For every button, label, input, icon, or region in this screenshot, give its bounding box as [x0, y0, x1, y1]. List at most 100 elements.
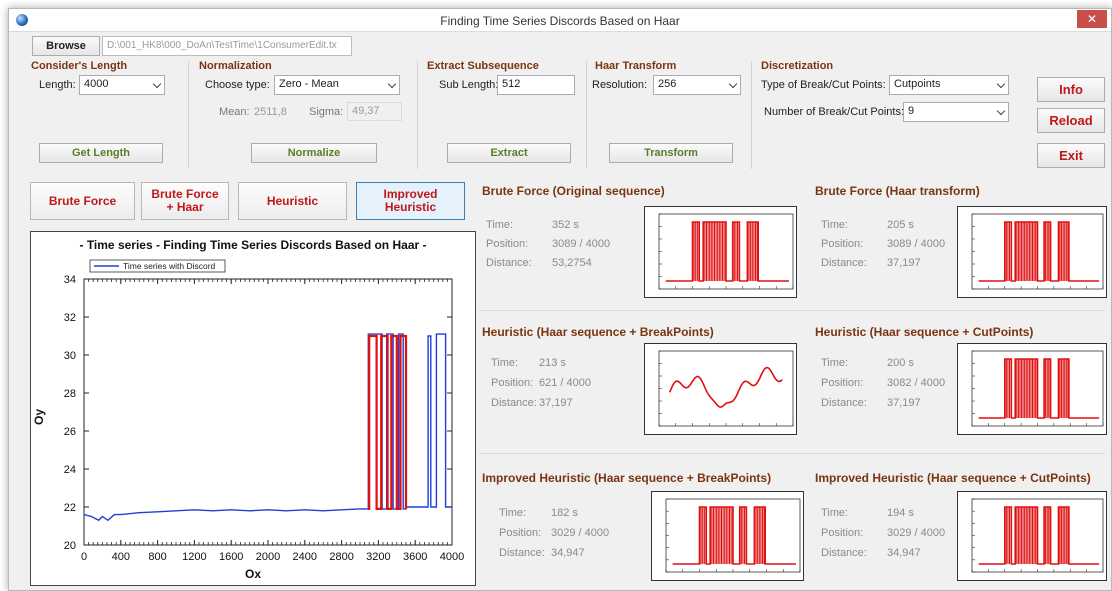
- mini-chart-improved-cutpoints: [957, 491, 1107, 581]
- x-tick-label: 0: [81, 551, 87, 563]
- window-title: Finding Time Series Discords Based on Ha…: [440, 14, 680, 28]
- x-tick-label: 2800: [329, 551, 353, 563]
- y-tick-label: 24: [64, 464, 76, 476]
- mean-value: 2511,8: [254, 106, 287, 118]
- x-tick-label: 3200: [366, 551, 390, 563]
- improved-heuristic-button[interactable]: Improved Heuristic: [356, 182, 465, 220]
- normalize-button[interactable]: Normalize: [251, 143, 377, 163]
- resolution-value: 256: [658, 78, 677, 90]
- x-axis-label: Ox: [245, 567, 261, 581]
- mini-plot-area: [658, 350, 794, 427]
- chevron-down-icon: [996, 106, 1006, 116]
- brute-force-haar-button[interactable]: Brute Force + Haar: [141, 182, 229, 220]
- sigma-label: Sigma:: [309, 106, 344, 118]
- x-tick-label: 400: [112, 551, 130, 563]
- time-label: Time:: [486, 219, 514, 231]
- consider-length-title: Consider's Length: [31, 60, 128, 72]
- time-value: 205 s: [887, 219, 914, 231]
- distance-value: 53,2754: [552, 257, 592, 269]
- y-tick-label: 26: [64, 426, 76, 438]
- y-tick-label: 32: [64, 312, 76, 324]
- mini-series-line: [978, 221, 1100, 282]
- exit-button[interactable]: Exit: [1037, 143, 1105, 168]
- extract-button[interactable]: Extract: [447, 143, 571, 163]
- y-tick-label: 34: [64, 274, 76, 286]
- mini-chart-brute-force-haar: [957, 206, 1107, 298]
- sub-length-input[interactable]: 512: [497, 75, 575, 95]
- break-count-value: 9: [908, 105, 915, 117]
- sub-length-label: Sub Length:: [439, 79, 499, 91]
- break-count-label: Number of Break/Cut Points:: [764, 106, 905, 118]
- y-tick-label: 22: [64, 502, 76, 514]
- position-value: 3082 / 4000: [887, 377, 946, 389]
- panel-title: Heuristic (Haar sequence + CutPoints): [815, 325, 1034, 339]
- position-value: 3089 / 4000: [887, 238, 946, 250]
- y-tick-label: 20: [64, 540, 76, 552]
- browse-button[interactable]: Browse: [32, 36, 100, 56]
- distance-value: 34,947: [551, 547, 585, 559]
- y-tick-label: 30: [64, 350, 76, 362]
- time-value: 194 s: [887, 507, 914, 519]
- length-select[interactable]: 4000: [79, 75, 165, 95]
- transform-button[interactable]: Transform: [609, 143, 733, 163]
- mini-series-line: [668, 366, 783, 408]
- time-label: Time:: [491, 357, 519, 369]
- title-bar: Finding Time Series Discords Based on Ha…: [9, 9, 1111, 32]
- resolution-select[interactable]: 256: [653, 75, 741, 95]
- chevron-down-icon: [387, 79, 397, 89]
- choose-type-label: Choose type:: [205, 79, 270, 91]
- time-label: Time:: [499, 507, 527, 519]
- x-tick-label: 1200: [182, 551, 206, 563]
- position-label: Position:: [821, 238, 864, 250]
- break-type-value: Cutpoints: [894, 78, 941, 90]
- position-label: Position:: [821, 527, 864, 539]
- mini-chart-improved-breakpoints: [651, 491, 804, 581]
- chevron-down-icon: [728, 79, 738, 89]
- reload-button[interactable]: Reload: [1037, 108, 1105, 133]
- get-length-button[interactable]: Get Length: [39, 143, 163, 163]
- normalization-type-select[interactable]: Zero - Mean: [274, 75, 400, 95]
- distance-value: 37,197: [887, 257, 921, 269]
- info-button[interactable]: Info: [1037, 77, 1105, 102]
- file-path-field[interactable]: D:\001_HK8\000_DoAn\TestTime\1ConsumerEd…: [102, 36, 352, 56]
- normalization-type-value: Zero - Mean: [279, 78, 339, 90]
- chevron-down-icon: [152, 79, 162, 89]
- main-chart-panel: - Time series - Finding Time Series Disc…: [30, 231, 476, 586]
- divider: [479, 453, 1105, 454]
- time-label: Time:: [821, 357, 849, 369]
- distance-value: 37,197: [539, 397, 573, 409]
- distance-label: Distance:: [821, 547, 867, 559]
- chart-title: - Time series - Finding Time Series Disc…: [79, 238, 426, 252]
- mini-series-line: [978, 506, 1100, 565]
- break-count-select[interactable]: 9: [903, 102, 1009, 122]
- distance-value: 37,197: [887, 397, 921, 409]
- position-label: Position:: [821, 377, 864, 389]
- distance-label: Distance:: [486, 257, 532, 269]
- time-label: Time:: [821, 219, 849, 231]
- y-axis-label: Oy: [32, 409, 46, 425]
- time-value: 352 s: [552, 219, 579, 231]
- distance-label: Distance:: [491, 397, 537, 409]
- x-tick-label: 800: [148, 551, 166, 563]
- resolution-label: Resolution:: [592, 79, 648, 91]
- discretization-title: Discretization: [761, 60, 834, 72]
- time-value: 182 s: [551, 507, 578, 519]
- sigma-value: 49,37: [347, 102, 402, 121]
- distance-label: Distance:: [821, 257, 867, 269]
- chevron-down-icon: [996, 79, 1006, 89]
- time-label: Time:: [821, 507, 849, 519]
- brute-force-button[interactable]: Brute Force: [30, 182, 135, 220]
- x-tick-label: 2000: [256, 551, 280, 563]
- panel-title: Improved Heuristic (Haar sequence + Brea…: [482, 471, 772, 485]
- break-type-select[interactable]: Cutpoints: [889, 75, 1009, 95]
- close-button[interactable]: ✕: [1077, 10, 1107, 28]
- panel-title: Brute Force (Haar transform): [815, 184, 980, 198]
- length-value: 4000: [84, 78, 109, 90]
- panel-title: Brute Force (Original sequence): [482, 184, 665, 198]
- main-window: Finding Time Series Discords Based on Ha…: [8, 8, 1112, 591]
- heuristic-button[interactable]: Heuristic: [238, 182, 347, 220]
- distance-value: 34,947: [887, 547, 921, 559]
- brute-force-haar-label-line2: + Haar: [166, 200, 204, 214]
- position-value: 3029 / 4000: [887, 527, 946, 539]
- divider: [479, 310, 1105, 311]
